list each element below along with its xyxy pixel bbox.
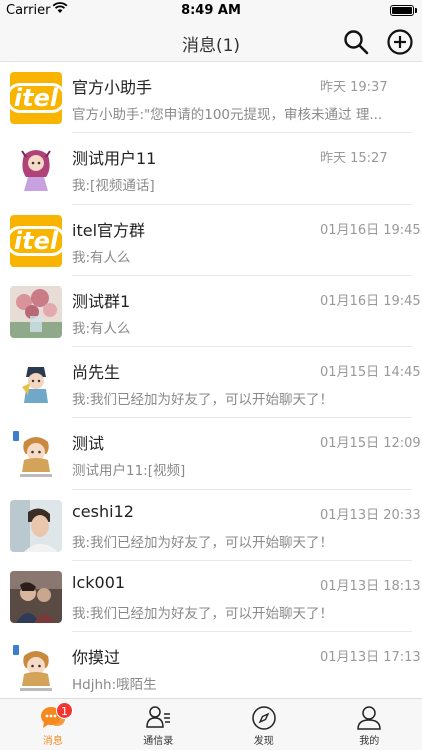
conversation-preview: 我:有人么 — [72, 317, 412, 337]
status-bar: Carrier 8:49 AM — [0, 0, 422, 22]
conversation-name: 测试群1 — [72, 288, 130, 312]
flowers-photo-icon — [10, 286, 62, 338]
tab-discover[interactable]: 发现 — [211, 699, 317, 751]
avatar[interactable] — [10, 286, 62, 338]
plus-circle-icon[interactable] — [386, 28, 414, 56]
conversation-row[interactable]: 测试群1 01月16日 19:45 我:有人么 — [0, 276, 422, 347]
conversation-name: 测试 — [72, 430, 104, 454]
avatar[interactable] — [10, 642, 62, 694]
cartoon-warrior-icon — [10, 357, 62, 409]
conversation-preview: 我:有人么 — [72, 246, 412, 266]
conversation-list[interactable]: itel 官方小助手 昨天 19:37 官方小助手:"您申请的100元提现，审核… — [0, 62, 422, 698]
conversation-preview: 官方小助手:"您申请的100元提现，审核未通过 理... — [72, 103, 412, 123]
conversation-row[interactable]: itel itel官方群 01月16日 19:45 我:有人么 — [0, 205, 422, 276]
avatar[interactable] — [10, 143, 62, 195]
conversation-row[interactable]: itel 官方小助手 昨天 19:37 官方小助手:"您申请的100元提现，审核… — [0, 62, 422, 133]
search-icon[interactable] — [342, 28, 370, 56]
tab-label: 通信录 — [106, 732, 212, 747]
conversation-time: 01月15日 14:45 — [320, 361, 421, 380]
conversation-row[interactable]: 测试 01月15日 12:09 测试用户11:[视频] — [0, 418, 422, 489]
conversation-time: 01月16日 19:45 — [320, 219, 421, 238]
conversation-row[interactable]: 你摸过 01月13日 17:13 Hdjhh:哦陌生 — [0, 632, 422, 698]
conversation-name: lck001 — [72, 573, 125, 592]
avatar[interactable] — [10, 500, 62, 552]
conversation-row[interactable]: 尚先生 01月15日 14:45 我:我们已经加为好友了，可以开始聊天了！ — [0, 347, 422, 418]
conversation-name: 你摸过 — [72, 644, 120, 668]
avatar[interactable]: itel — [10, 215, 62, 267]
couple-photo-icon — [10, 571, 62, 623]
conversation-time: 01月15日 12:09 — [320, 432, 421, 451]
conversation-time: 01月13日 17:13 — [320, 646, 421, 665]
boy-photo-icon — [10, 500, 62, 552]
tab-me[interactable]: 我的 — [317, 699, 422, 751]
conversation-row[interactable]: ceshi12 01月13日 20:33 我:我们已经加为好友了，可以开始聊天了… — [0, 490, 422, 561]
conversation-time: 01月16日 19:45 — [320, 290, 421, 309]
avatar[interactable]: itel — [10, 72, 62, 124]
compass-icon — [251, 705, 277, 731]
conversation-preview: 我:我们已经加为好友了，可以开始聊天了！ — [72, 388, 412, 408]
cartoon-monk-icon — [10, 428, 62, 480]
person-icon — [356, 705, 382, 731]
conversation-time: 昨天 19:37 — [320, 76, 388, 95]
itel-logo-icon: itel — [10, 226, 62, 256]
unread-badge: 1 — [56, 702, 73, 719]
conversation-time: 昨天 15:27 — [320, 147, 388, 166]
conversation-preview: 测试用户11:[视频] — [72, 459, 412, 479]
conversation-row[interactable]: 测试用户11 昨天 15:27 我:[视频通话] — [0, 133, 422, 204]
conversation-preview: 我:我们已经加为好友了，可以开始聊天了！ — [72, 531, 412, 551]
conversation-name: itel官方群 — [72, 217, 145, 241]
tab-label: 我的 — [317, 732, 422, 747]
conversation-preview: 我:[视频通话] — [72, 174, 412, 194]
conversation-name: ceshi12 — [72, 502, 134, 521]
conversation-time: 01月13日 18:13 — [320, 575, 421, 594]
tab-label: 消息 — [0, 732, 106, 747]
avatar[interactable] — [10, 428, 62, 480]
nav-bar: 消息(1) — [0, 22, 422, 62]
conversation-name: 官方小助手 — [72, 74, 152, 98]
conversation-preview: 我:我们已经加为好友了，可以开始聊天了！ — [72, 602, 412, 622]
tab-label: 发现 — [211, 732, 317, 747]
conversation-time: 01月13日 20:33 — [320, 504, 421, 523]
anime-girl-icon — [10, 143, 62, 195]
tab-messages[interactable]: 1 消息 — [0, 699, 106, 751]
contacts-icon — [145, 705, 171, 729]
conversation-name: 尚先生 — [72, 359, 120, 383]
conversation-row[interactable]: lck001 01月13日 18:13 我:我们已经加为好友了，可以开始聊天了！ — [0, 561, 422, 632]
itel-logo-icon: itel — [10, 83, 62, 113]
battery-icon — [390, 5, 414, 16]
conversation-name: 测试用户11 — [72, 145, 156, 169]
conversation-preview: Hdjhh:哦陌生 — [72, 673, 412, 693]
tab-bar: 1 消息 通信录 发现 我的 — [0, 698, 422, 750]
avatar[interactable] — [10, 357, 62, 409]
tab-contacts[interactable]: 通信录 — [106, 699, 212, 751]
avatar[interactable] — [10, 571, 62, 623]
clock: 8:49 AM — [0, 3, 422, 18]
cartoon-monk-icon — [10, 642, 62, 694]
